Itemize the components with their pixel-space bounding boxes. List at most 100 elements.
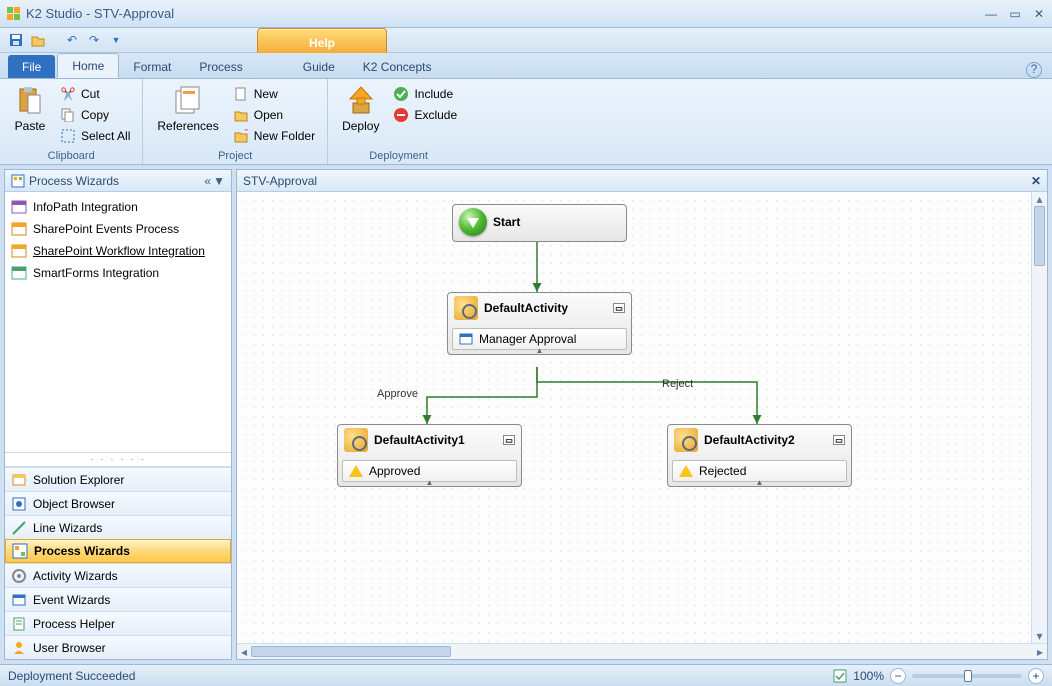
expand-icon[interactable]: ▭ [833,435,845,445]
nav-solution-explorer[interactable]: Solution Explorer [5,467,231,491]
expand-icon[interactable]: ▭ [503,435,515,445]
canvas-area[interactable]: Approve Reject Start DefaultActivity▭ Ma… [237,192,1047,643]
select-all-icon [60,128,76,144]
gear-icon [674,428,698,452]
expand-icon[interactable]: ▭ [613,303,625,313]
left-panel-title: Process Wizards [29,174,119,188]
quick-access-toolbar: ↶ ↷ ▼ [0,28,1052,53]
nav-activity-wizards[interactable]: Activity Wizards [5,563,231,587]
scroll-left-icon[interactable]: ◂ [237,644,251,659]
nav-process-wizards[interactable]: Process Wizards [5,539,231,563]
nav-user-browser[interactable]: User Browser [5,635,231,659]
open-button[interactable]: Open [231,106,317,124]
line-label-approve: Approve [377,388,418,400]
group-deployment-label: Deployment [338,148,459,162]
new-folder-icon: * [233,128,249,144]
deploy-icon [345,85,377,117]
panel-dropdown-icon[interactable]: ▼ [213,174,225,188]
window-title: K2 Studio - STV-Approval [26,6,174,21]
status-message: Deployment Succeeded [8,669,135,683]
status-bar: Deployment Succeeded 100% − + [0,664,1052,686]
references-icon [172,85,204,117]
start-icon [459,208,487,236]
ribbon-tabstrip: File Home Format Process Guide K2 Concep… [0,53,1052,79]
wizard-item[interactable]: SmartForms Integration [9,262,227,284]
nav-stack: Solution Explorer Object Browser Line Wi… [5,467,231,659]
wizard-list: InfoPath Integration SharePoint Events P… [5,192,231,288]
warning-icon [349,464,363,478]
gear-icon [344,428,368,452]
paste-icon [14,85,46,117]
zoom-value: 100% [853,669,884,683]
references-button[interactable]: References [153,83,222,135]
wizard-item[interactable]: InfoPath Integration [9,196,227,218]
tab-k2concepts[interactable]: K2 Concepts [349,55,446,78]
nav-line-wizards[interactable]: Line Wizards [5,515,231,539]
status-indicator-icon [833,669,847,683]
group-clipboard-label: Clipboard [10,148,132,162]
exclude-button[interactable]: Exclude [391,106,459,124]
deploy-button[interactable]: Deploy [338,83,383,135]
minimize-button[interactable]: — [984,7,998,21]
tab-file[interactable]: File [8,55,55,78]
help-icon[interactable]: ? [1026,62,1042,78]
node-default-activity[interactable]: DefaultActivity▭ Manager Approval ▲ [447,292,632,355]
zoom-out-button[interactable]: − [890,668,906,684]
title-bar: K2 Studio - STV-Approval — ▭ ✕ [0,0,1052,28]
scroll-up-icon[interactable]: ▴ [1032,192,1047,206]
scroll-down-icon[interactable]: ▾ [1032,629,1047,643]
panel-collapse-icon[interactable]: « [204,174,211,188]
tab-format[interactable]: Format [119,55,185,78]
workflow-lines [237,192,1017,622]
collapse-arrow-icon[interactable]: ▲ [426,478,434,487]
collapse-arrow-icon[interactable]: ▲ [536,346,544,355]
tab-home[interactable]: Home [57,53,119,78]
scroll-thumb[interactable] [251,646,451,657]
qat-redo-icon[interactable]: ↷ [86,32,102,48]
qat-open-icon[interactable] [30,32,46,48]
nav-object-browser[interactable]: Object Browser [5,491,231,515]
gear-icon [454,296,478,320]
paste-button[interactable]: Paste [10,83,50,135]
include-button[interactable]: Include [391,85,459,103]
canvas-close-icon[interactable]: ✕ [1031,174,1041,188]
select-all-button[interactable]: Select All [58,127,132,145]
node-start[interactable]: Start [452,204,627,242]
zoom-in-button[interactable]: + [1028,668,1044,684]
qat-dropdown-icon[interactable]: ▼ [108,32,124,48]
warning-icon [679,464,693,478]
tab-process[interactable]: Process [185,55,256,78]
node-default-activity2[interactable]: DefaultActivity2▭ Rejected ▲ [667,424,852,487]
collapse-arrow-icon[interactable]: ▲ [756,478,764,487]
qat-undo-icon[interactable]: ↶ [64,32,80,48]
qat-save-icon[interactable] [8,32,24,48]
new-button[interactable]: New [231,85,317,103]
nav-process-helper[interactable]: Process Helper [5,611,231,635]
left-panel-header: Process Wizards « ▼ [5,170,231,192]
copy-button[interactable]: Copy [58,106,132,124]
svg-text:*: * [244,129,248,138]
zoom-slider[interactable] [912,674,1022,678]
include-icon [393,86,409,102]
app-icon [6,7,20,21]
wizard-item[interactable]: SharePoint Events Process [9,218,227,240]
cut-button[interactable]: ✂️Cut [58,85,132,103]
new-folder-button[interactable]: *New Folder [231,127,317,145]
copy-icon [60,107,76,123]
canvas-panel: STV-Approval ✕ Approve Reject Start Defa… [236,169,1048,660]
scroll-right-icon[interactable]: ▸ [1033,644,1047,659]
nav-event-wizards[interactable]: Event Wizards [5,587,231,611]
wizard-item[interactable]: SharePoint Workflow Integration [9,240,227,262]
zoom-slider-knob[interactable] [964,670,972,682]
horizontal-scrollbar[interactable]: ◂ ▸ [237,643,1047,659]
close-button[interactable]: ✕ [1032,7,1046,21]
maximize-button[interactable]: ▭ [1008,7,1022,21]
canvas-header: STV-Approval ✕ [237,170,1047,192]
vertical-scrollbar[interactable]: ▴ ▾ [1031,192,1047,643]
group-deployment: Deploy Include Exclude Deployment [328,79,469,164]
node-default-activity1[interactable]: DefaultActivity1▭ Approved ▲ [337,424,522,487]
scroll-thumb[interactable] [1034,206,1045,266]
line-label-reject: Reject [662,378,693,390]
panel-splitter[interactable]: · · · · · · [5,452,231,467]
tab-guide[interactable]: Guide [289,55,349,78]
